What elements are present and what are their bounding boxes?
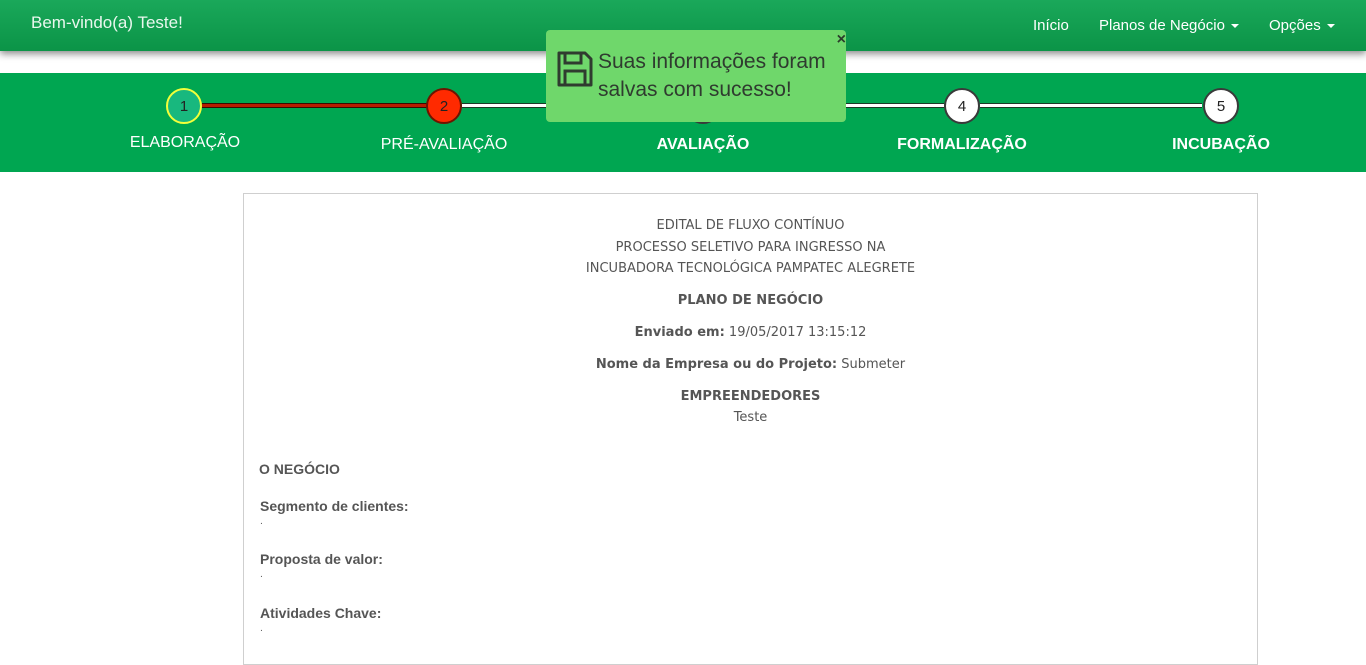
header-line-3: INCUBADORA TECNOLÓGICA PAMPATEC ALEGRETE <box>585 261 916 276</box>
header-line-2: PROCESSO SELETIVO PARA INGRESSO NA <box>615 240 886 255</box>
caret-down-icon <box>1230 24 1239 29</box>
entrepreneurs-value: Teste <box>733 410 768 425</box>
step-label-elaboracao: ELABORAÇÃO <box>129 134 241 151</box>
field-label-segmento: Segmento de clientes: <box>260 498 409 514</box>
nav-opcoes-dropdown[interactable]: Opções <box>1269 17 1335 34</box>
sent-value: 19/05/2017 13:15:12 <box>728 325 867 340</box>
field-label-proposta: Proposta de valor: <box>260 551 383 567</box>
nav-planos-de-negocio-dropdown[interactable]: Planos de Negócio <box>1099 17 1239 34</box>
entrepreneurs-label: EMPREENDEDORES <box>680 389 821 404</box>
nav-inicio-label: Início <box>1033 17 1069 34</box>
field-value-atividades: . <box>260 624 263 634</box>
section-title: O NEGÓCIO <box>259 461 340 477</box>
toast-close-button[interactable]: × <box>837 31 846 49</box>
nav-inicio[interactable]: Início <box>1033 17 1069 34</box>
nav-opcoes-label: Opções <box>1269 17 1321 34</box>
step-label-avaliacao: AVALIAÇÃO <box>656 136 750 153</box>
sent-label: Enviado em: <box>634 325 725 340</box>
company-row: Nome da Empresa ou do Projeto: Submeter <box>244 357 1257 372</box>
sent-date-row: Enviado em: 19/05/2017 13:15:12 <box>244 325 1257 340</box>
step-circle-5: 5 <box>1203 88 1239 124</box>
nav-planos-label: Planos de Negócio <box>1099 17 1225 34</box>
success-toast: Suas informações foram salvas com sucess… <box>546 30 846 122</box>
step-connector-1-2 <box>202 103 428 108</box>
welcome-text: Bem-vindo(a) Teste! <box>31 13 183 32</box>
step-connector-4-5 <box>980 103 1202 108</box>
step-circle-4: 4 <box>944 88 980 124</box>
save-icon <box>557 51 593 87</box>
business-plan-document: EDITAL DE FLUXO CONTÍNUO PROCESSO SELETI… <box>243 193 1258 665</box>
field-label-atividades: Atividades Chave: <box>260 605 382 621</box>
company-label: Nome da Empresa ou do Projeto: <box>595 357 838 372</box>
field-value-segmento: . <box>260 517 263 527</box>
header-line-1: EDITAL DE FLUXO CONTÍNUO <box>656 218 845 233</box>
toast-message: Suas informações foram salvas com sucess… <box>598 50 826 101</box>
plan-title: PLANO DE NEGÓCIO <box>677 293 824 308</box>
step-label-pre-avaliacao: PRÉ-AVALIAÇÃO <box>380 136 508 153</box>
company-value: Submeter <box>841 357 906 372</box>
step-circle-2: 2 <box>426 88 462 124</box>
step-circle-1: 1 <box>166 88 202 124</box>
step-label-incubacao: INCUBAÇÃO <box>1172 136 1270 153</box>
step-label-formalizacao: FORMALIZAÇÃO <box>897 136 1027 153</box>
field-value-proposta: . <box>260 570 263 580</box>
caret-down-icon <box>1326 24 1335 29</box>
